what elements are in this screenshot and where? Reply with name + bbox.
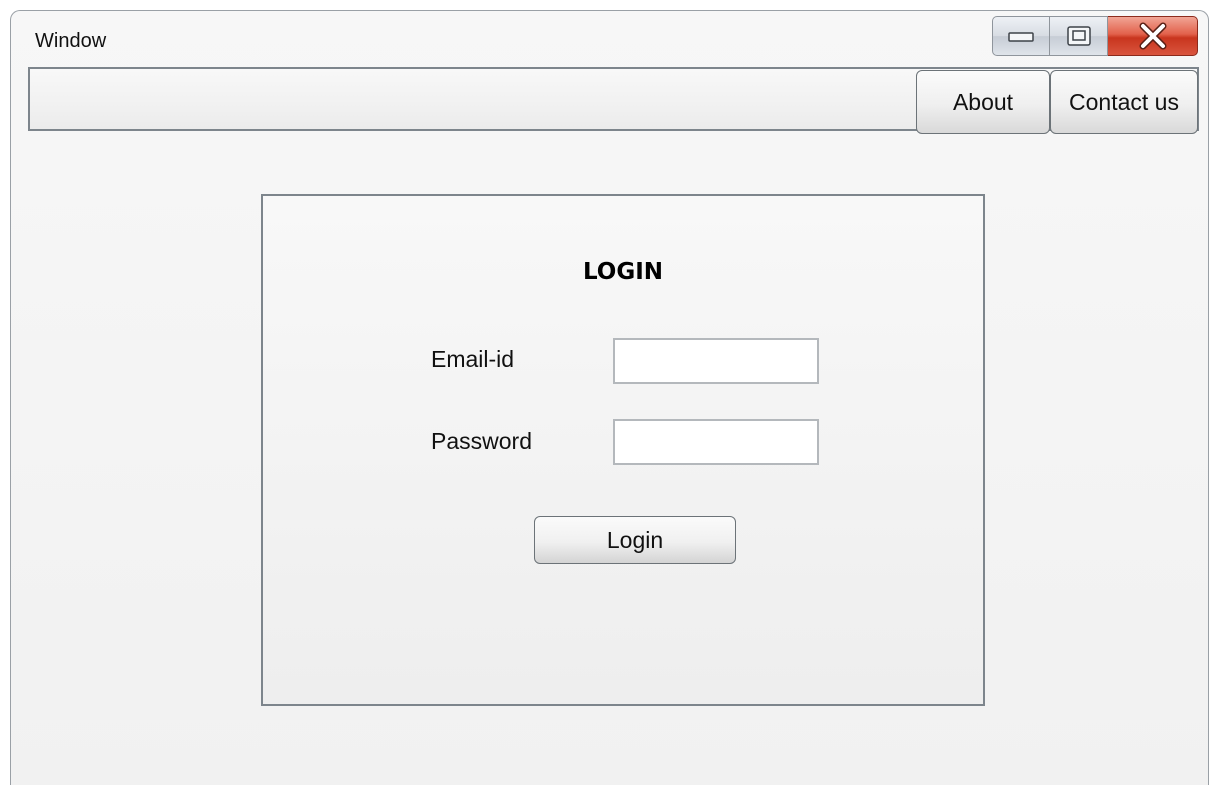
login-button[interactable]: Login: [534, 516, 736, 564]
title-bar: Window: [11, 11, 1208, 67]
app-window: Window About Contact us LOGIN Email-id P…: [10, 10, 1209, 785]
login-panel: LOGIN Email-id Password Login: [261, 194, 985, 706]
password-field[interactable]: [613, 419, 819, 465]
login-title: LOGIN: [582, 259, 664, 285]
minimize-icon: [1008, 32, 1034, 42]
about-button[interactable]: About: [916, 70, 1050, 134]
window-title: Window: [35, 30, 107, 52]
close-icon: [1139, 22, 1166, 50]
password-label: Password: [431, 428, 532, 454]
contact-us-button[interactable]: Contact us: [1050, 70, 1198, 134]
maximize-icon: [1066, 26, 1091, 46]
email-field[interactable]: [613, 338, 819, 384]
minimize-button[interactable]: [992, 16, 1050, 56]
menu-bar: About Contact us: [28, 67, 1199, 134]
email-label: Email-id: [431, 346, 515, 372]
maximize-button[interactable]: [1050, 16, 1108, 56]
close-button[interactable]: [1108, 16, 1198, 56]
window-controls: [992, 16, 1198, 56]
